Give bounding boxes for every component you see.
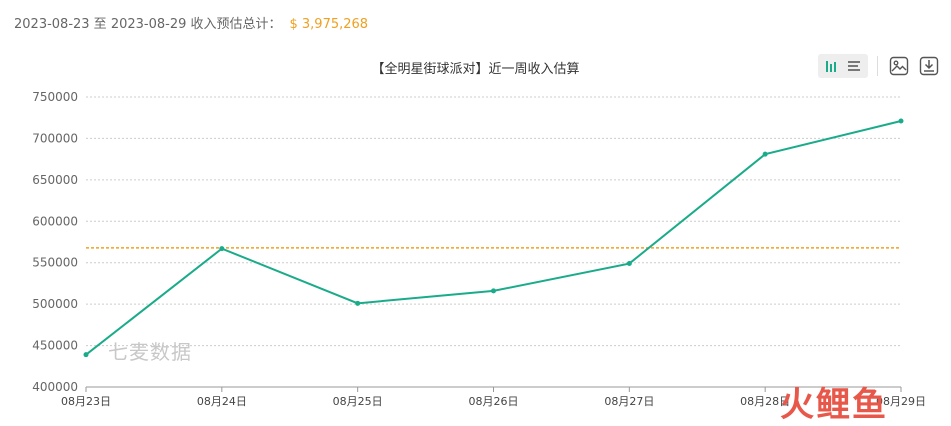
y-tick-label: 550000: [32, 256, 78, 270]
logo-char: 火: [780, 385, 816, 425]
axes: [85, 386, 902, 392]
y-tick-label: 450000: [32, 339, 78, 353]
y-tick-label: 600000: [32, 214, 78, 228]
data-point: [355, 300, 361, 306]
data-point: [219, 246, 225, 252]
data-point: [83, 352, 89, 358]
x-tick-label: 08月25日: [333, 395, 383, 408]
x-tick-label: 08月27日: [604, 395, 654, 408]
y-tick-label: 700000: [32, 131, 78, 145]
logo-char: 鱼: [852, 385, 888, 425]
data-point: [626, 261, 632, 267]
y-tick-label: 650000: [32, 173, 78, 187]
logo-char: 鲤: [816, 385, 852, 425]
data-point: [491, 288, 496, 294]
watermark: 七麦数据: [108, 340, 192, 364]
grid-lines: [86, 96, 901, 347]
y-tick-label: 500000: [32, 297, 78, 311]
series-layer: [83, 118, 904, 358]
data-point: [898, 118, 904, 124]
y-tick-label: 400000: [32, 380, 78, 394]
y-tick-label: 750000: [32, 90, 78, 104]
x-tick-label: 08月24日: [197, 395, 247, 408]
x-tick-label: 08月26日: [469, 395, 519, 408]
x-tick-label: 08月23日: [61, 395, 111, 408]
data-point: [762, 151, 768, 157]
series-line: [85, 120, 902, 356]
site-logo: 火鲤鱼: [780, 377, 888, 426]
